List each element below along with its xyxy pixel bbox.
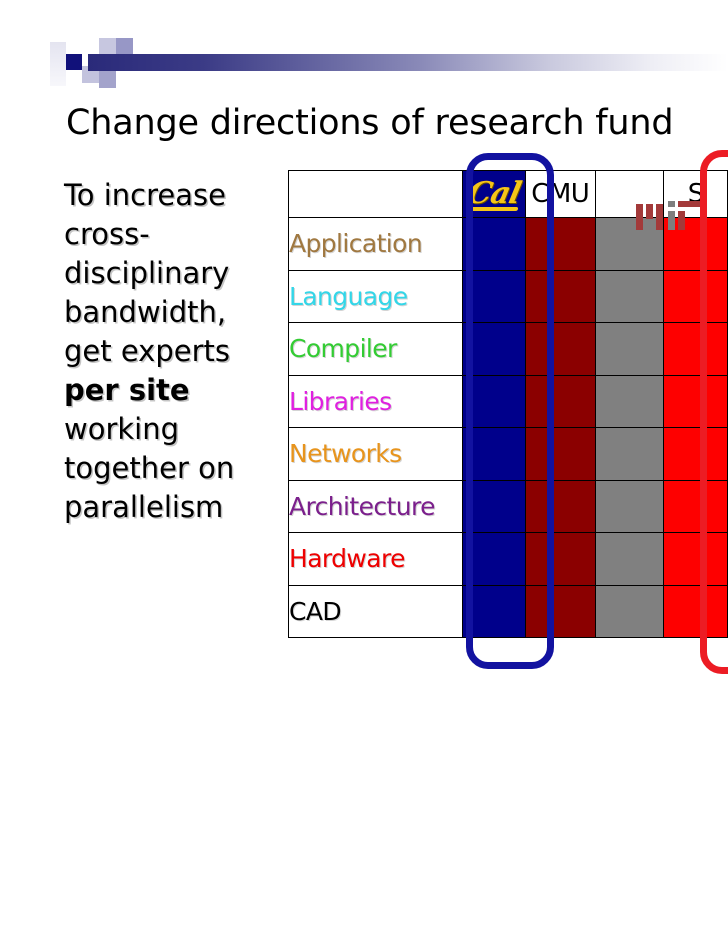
table-row: Compiler (287, 322, 728, 376)
row-label-cell: Networks (287, 427, 464, 481)
matrix-cell-s (663, 374, 728, 428)
matrix-cell-cal (462, 479, 526, 533)
matrix-cell-s (663, 269, 728, 323)
header-cell-mit (594, 170, 700, 230)
page-title: Change directions of research fund (66, 103, 674, 143)
matrix-cell-cal (462, 374, 526, 428)
table-header-row: Cal CMU S (287, 170, 728, 230)
deco-accent-square (66, 54, 82, 70)
body-text-emphasis: per site (64, 373, 190, 407)
cal-logo-icon: Cal (463, 171, 525, 217)
matrix-cell-mit (594, 532, 665, 586)
matrix-cell-cmu (524, 269, 596, 323)
body-text-part-1: To increase cross-disciplinary bandwidth… (64, 178, 230, 368)
row-label-cell: Compiler (287, 322, 464, 376)
matrix-cell-cmu (524, 532, 596, 586)
row-label-cell: CAD (287, 584, 464, 638)
row-label-cell: Hardware (287, 532, 464, 586)
deco-square-g (99, 71, 116, 88)
deco-square-e (99, 38, 116, 54)
matrix-cell-s (663, 479, 728, 533)
institution-topic-matrix: Cal CMU S Application Language Compiler … (287, 170, 728, 638)
header-decoration (0, 0, 728, 88)
cal-logo-text: Cal (464, 175, 524, 211)
matrix-cell-mit (594, 374, 665, 428)
row-label-cell: Language (287, 269, 464, 323)
matrix-cell-cmu (524, 322, 596, 376)
matrix-cell-mit (594, 322, 665, 376)
deco-square-i (66, 71, 82, 86)
matrix-cell-cal (462, 532, 526, 586)
deco-gradient-bar (88, 54, 728, 71)
matrix-cell-mit (594, 584, 665, 638)
table-row: Hardware (287, 532, 728, 586)
matrix-cell-s (663, 532, 728, 586)
header-cell-cal: Cal (462, 170, 526, 218)
header-cell-blank (287, 170, 464, 218)
cal-logo-underline (470, 207, 518, 211)
matrix-cell-cmu (524, 217, 596, 271)
matrix-cell-mit (594, 217, 665, 271)
matrix-cell-mit (594, 427, 665, 481)
matrix-cell-cal (462, 427, 526, 481)
deco-square-a (50, 42, 66, 86)
matrix-cell-s (663, 427, 728, 481)
matrix-cell-cmu (524, 427, 596, 481)
slide-canvas: Change directions of research fund To in… (0, 0, 728, 943)
matrix-cell-cal (462, 217, 526, 271)
table-body: Application Language Compiler Libraries Netw… (287, 217, 728, 638)
row-label-cell: Architecture (287, 479, 464, 533)
matrix-cell-cal (462, 269, 526, 323)
matrix-cell-cmu (524, 374, 596, 428)
matrix-cell-mit (594, 479, 665, 533)
row-label-cell: Libraries (287, 374, 464, 428)
row-label-cell: Application (287, 217, 464, 271)
matrix-cell-cmu (524, 584, 596, 638)
table-row: Libraries (287, 374, 728, 428)
matrix-cell-cal (462, 584, 526, 638)
matrix-cell-s (663, 584, 728, 638)
table-row: CAD (287, 584, 728, 638)
header-cell-cmu: CMU (524, 170, 596, 218)
body-text-part-2: working together on parallelism (64, 412, 235, 524)
body-paragraph: To increase cross-disciplinary bandwidth… (64, 176, 278, 527)
table-row: Networks (287, 427, 728, 481)
table-row: Language (287, 269, 728, 323)
matrix-cell-cmu (524, 479, 596, 533)
matrix-cell-mit (594, 269, 665, 323)
matrix-cell-cal (462, 322, 526, 376)
matrix-cell-s (663, 322, 728, 376)
table-row: Architecture (287, 479, 728, 533)
